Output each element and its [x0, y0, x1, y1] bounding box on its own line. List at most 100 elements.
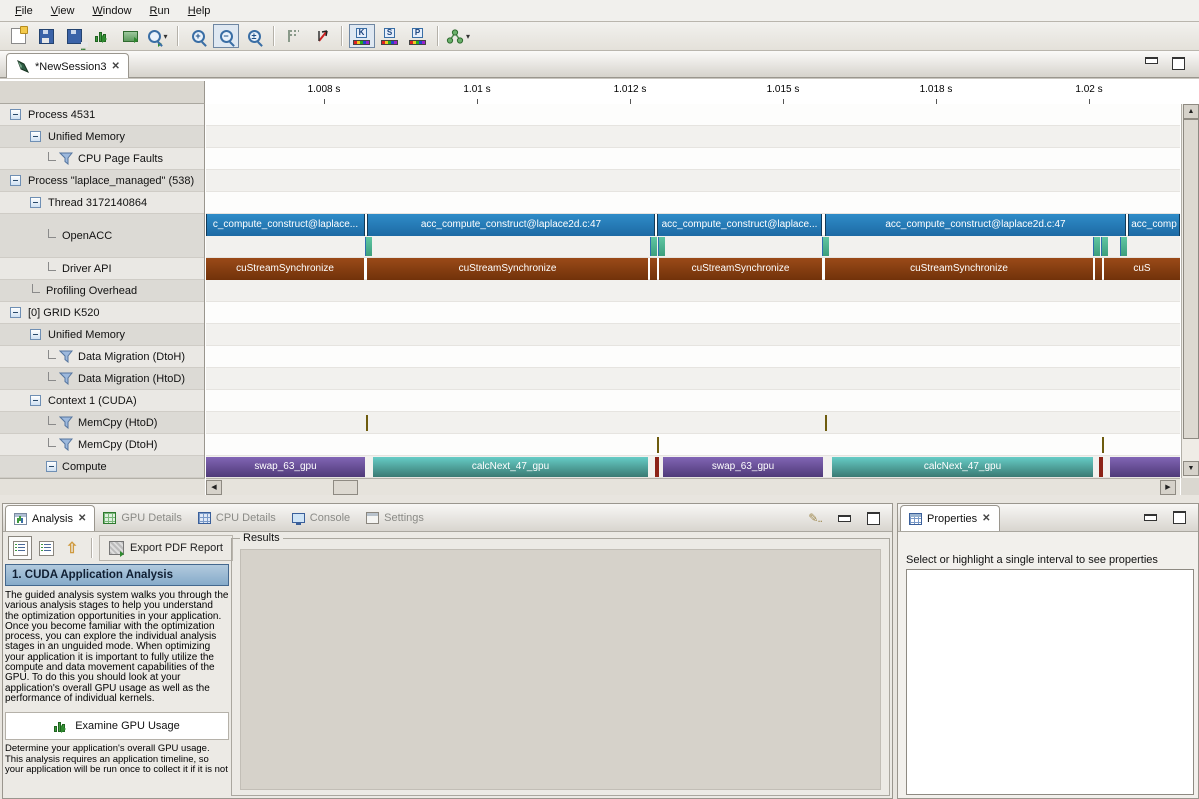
dropdown-caret-icon[interactable]: ▾ [466, 32, 470, 41]
openacc-interval[interactable]: acc_compute_construct@laplace2d.c:47 [825, 214, 1126, 236]
tree-row[interactable]: Process "laplace_managed" (538) [0, 170, 204, 192]
compute-kernel-interval[interactable]: calcNext_47_gpu [373, 457, 648, 477]
save-button[interactable] [33, 24, 59, 48]
menu-view[interactable]: View [42, 2, 84, 20]
tab-cpu-details[interactable]: CPU Details [190, 504, 284, 531]
tree-row[interactable]: Context 1 (CUDA) [0, 390, 204, 412]
openacc-enqueue-tick[interactable] [650, 237, 657, 256]
tree-row[interactable]: OpenACC [0, 214, 204, 258]
guided-analysis-button[interactable] [8, 536, 32, 560]
openacc-enqueue-tick[interactable] [822, 237, 829, 256]
tree-row[interactable]: Data Migration (DtoH) [0, 346, 204, 368]
new-session-button[interactable] [5, 24, 31, 48]
maximize-icon[interactable] [1173, 511, 1186, 524]
collapse-toggle-icon[interactable] [30, 131, 41, 142]
openacc-interval[interactable]: acc_compute_construct@laplace2d.c:47 [367, 214, 655, 236]
view-menu-icon[interactable]: ✎.. [808, 511, 822, 525]
vertical-scrollbar[interactable]: ▲ ▼ [1181, 104, 1199, 478]
driver-api-interval[interactable]: cuStreamSynchronize [367, 258, 648, 280]
openacc-enqueue-tick[interactable] [365, 237, 372, 256]
close-icon[interactable]: ✕ [982, 513, 990, 524]
generate-timeline-button[interactable] [89, 24, 115, 48]
memcpy-dtoh-tick[interactable] [1102, 437, 1104, 453]
compute-kernel-interval[interactable] [1099, 457, 1103, 477]
minimize-icon[interactable] [838, 515, 851, 522]
driver-api-interval[interactable] [650, 258, 657, 280]
goto-marker-button[interactable] [309, 24, 335, 48]
tab-console[interactable]: Console [284, 504, 358, 531]
tree-row[interactable]: Data Migration (HtoD) [0, 368, 204, 390]
compute-kernel-interval[interactable] [655, 457, 659, 477]
driver-api-interval[interactable]: cuStreamSynchronize [659, 258, 822, 280]
collapse-toggle-icon[interactable] [30, 197, 41, 208]
tab-settings[interactable]: Settings [358, 504, 432, 531]
dropdown-caret-icon[interactable]: ▾ [163, 32, 167, 41]
unguided-analysis-button[interactable] [34, 536, 58, 560]
horizontal-scroll-thumb[interactable] [333, 480, 358, 495]
openacc-interval[interactable]: acc_compute_construct@laplace... [657, 214, 822, 236]
zoom-in-button[interactable]: + [185, 24, 211, 48]
save-all-button[interactable] [61, 24, 87, 48]
collapse-toggle-icon[interactable] [46, 461, 57, 472]
driver-api-interval[interactable]: cuStreamSynchronize [825, 258, 1093, 280]
examine-gpu-usage-button[interactable]: Examine GPU Usage [5, 712, 229, 740]
tree-row[interactable]: Profiling Overhead [0, 280, 204, 302]
tab-gpu-details[interactable]: GPU Details [95, 504, 190, 531]
tree-row[interactable]: CPU Page Faults [0, 148, 204, 170]
tree-row[interactable]: Driver API [0, 258, 204, 280]
tree-row[interactable]: MemCpy (DtoH) [0, 434, 204, 456]
close-icon[interactable]: ✕ [112, 61, 120, 72]
zoom-out-button[interactable]: − [213, 24, 239, 48]
driver-api-interval[interactable]: cuS [1104, 258, 1180, 280]
openacc-enqueue-tick[interactable] [1101, 237, 1108, 256]
scroll-right-icon[interactable]: ▶ [1160, 480, 1176, 495]
minimize-icon[interactable] [1145, 57, 1158, 64]
tree-row[interactable]: Compute [0, 456, 204, 478]
process-color-button[interactable]: P [405, 24, 431, 48]
openacc-enqueue-tick[interactable] [1093, 237, 1100, 256]
memcpy-htod-tick[interactable] [825, 415, 827, 431]
stream-color-button[interactable]: S [377, 24, 403, 48]
scroll-down-icon[interactable]: ▼ [1183, 461, 1199, 476]
tab-analysis[interactable]: Analysis✕ [5, 505, 95, 531]
driver-api-interval[interactable]: cuStreamSynchronize [206, 258, 364, 280]
openacc-enqueue-tick[interactable] [658, 237, 665, 256]
export-pdf-button[interactable]: Export PDF Report [99, 535, 233, 561]
scroll-up-icon[interactable]: ▲ [1183, 104, 1199, 119]
kernel-color-button[interactable]: K [349, 24, 375, 48]
tree-row[interactable]: MemCpy (HtoD) [0, 412, 204, 434]
menu-window[interactable]: Window [83, 2, 140, 20]
tree-row[interactable]: [0] GRID K520 [0, 302, 204, 324]
vertical-scroll-thumb[interactable] [1183, 119, 1199, 439]
zoom-run-button[interactable]: ▾ [145, 24, 171, 48]
collapse-toggle-icon[interactable] [10, 175, 21, 186]
driver-api-interval[interactable] [1095, 258, 1102, 280]
session-tab[interactable]: *NewSession3 ✕ [6, 53, 129, 79]
minimize-icon[interactable] [1144, 514, 1157, 521]
collapse-toggle-icon[interactable] [10, 109, 21, 120]
scroll-left-icon[interactable]: ◀ [206, 480, 222, 495]
dependency-view-button[interactable]: ▾ [445, 24, 471, 48]
collapse-toggle-icon[interactable] [30, 329, 41, 340]
maximize-icon[interactable] [867, 512, 880, 525]
memcpy-htod-tick[interactable] [366, 415, 368, 431]
openacc-enqueue-tick[interactable] [1120, 237, 1127, 256]
compute-kernel-interval[interactable]: swap_63_gpu [206, 457, 365, 477]
menu-run[interactable]: Run [141, 2, 179, 20]
compute-kernel-interval[interactable]: calcNext_47_gpu [832, 457, 1093, 477]
zoom-fit-button[interactable]: ± [241, 24, 267, 48]
close-icon[interactable]: ✕ [78, 513, 86, 524]
tree-row[interactable]: Unified Memory [0, 126, 204, 148]
openacc-interval[interactable]: acc_comp [1128, 214, 1180, 236]
compute-kernel-interval[interactable]: swap_63_gpu [663, 457, 823, 477]
tab-properties[interactable]: Properties ✕ [900, 505, 1000, 531]
horizontal-scrollbar[interactable]: ◀ ▶ [206, 478, 1180, 495]
back-button[interactable]: ⇧ [60, 536, 84, 560]
tree-row[interactable]: Thread 3172140864 [0, 192, 204, 214]
menu-file[interactable]: File [6, 2, 42, 20]
run-analysis-button[interactable] [117, 24, 143, 48]
maximize-icon[interactable] [1172, 57, 1185, 70]
collapse-toggle-icon[interactable] [30, 395, 41, 406]
openacc-interval[interactable]: c_compute_construct@laplace... [206, 214, 365, 236]
tree-row[interactable]: Process 4531 [0, 104, 204, 126]
